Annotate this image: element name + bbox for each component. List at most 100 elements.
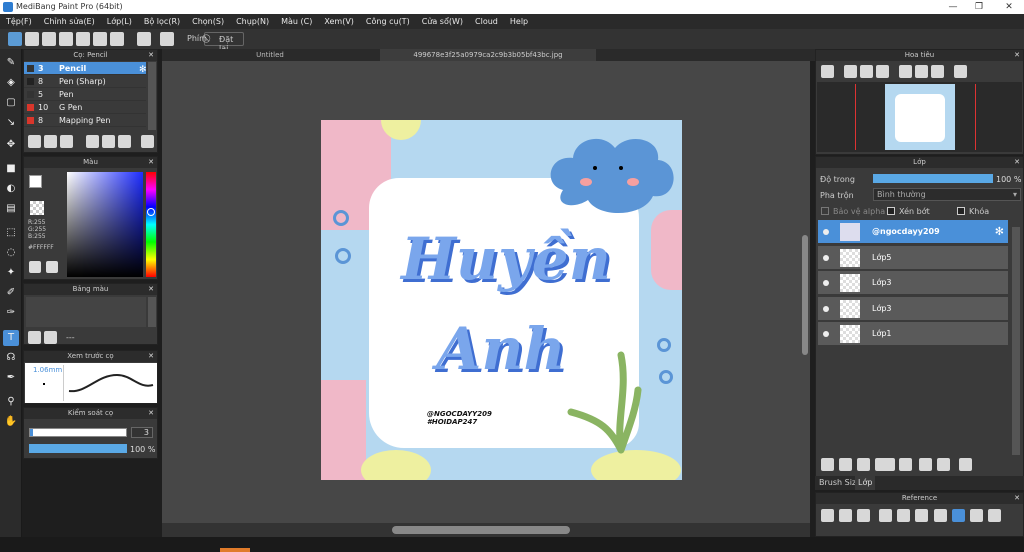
- brush-item[interactable]: 3 Pencil: [24, 62, 146, 75]
- select-pen-icon[interactable]: ✐: [3, 285, 19, 301]
- brush-tool-icon[interactable]: ✎: [3, 55, 19, 71]
- menu-item-0[interactable]: Tệp(F): [0, 14, 38, 29]
- palette-add-icon[interactable]: [46, 261, 58, 273]
- cloud-icon[interactable]: [8, 32, 22, 46]
- saturation-picker[interactable]: [67, 172, 143, 277]
- zoom-out-icon[interactable]: [876, 65, 889, 78]
- rotate-left-icon[interactable]: [899, 65, 912, 78]
- brush-item[interactable]: 8 Mapping Pen: [24, 114, 146, 127]
- close-panel-icon[interactable]: ✕: [148, 50, 154, 61]
- ref-eyedropper-icon[interactable]: [934, 509, 947, 522]
- copy-brush-icon[interactable]: [86, 135, 99, 148]
- canvas-area[interactable]: Huyền Anh @NGOCDAYY209 #HOIDAP247: [162, 61, 810, 523]
- layer-row[interactable]: Lớp3: [818, 296, 1008, 321]
- menu-item-4[interactable]: Chọn(S): [186, 14, 230, 29]
- menu-item-11[interactable]: Help: [504, 14, 534, 29]
- new-brush-icon[interactable]: [44, 135, 57, 148]
- layer-row[interactable]: Lớp1: [818, 322, 1008, 346]
- transparent-swatch[interactable]: [30, 201, 44, 215]
- marquee-tool-icon[interactable]: ⬚: [3, 225, 19, 241]
- protect-alpha-checkbox[interactable]: [821, 207, 829, 215]
- lasso-tool-icon[interactable]: ◌: [3, 245, 19, 261]
- close-panel-icon[interactable]: ✕: [1014, 50, 1020, 61]
- rectangle-tool-icon[interactable]: ■: [3, 161, 19, 177]
- menu-item-3[interactable]: Bộ lọc(R): [138, 14, 186, 29]
- magic-wand-icon[interactable]: ✦: [3, 265, 19, 281]
- rotate-right-icon[interactable]: [931, 65, 944, 78]
- menu-item-6[interactable]: Màu (C): [275, 14, 318, 29]
- add-brush-icon[interactable]: [60, 135, 73, 148]
- horizontal-scrollbar[interactable]: [162, 523, 810, 537]
- close-button[interactable]: ✕: [996, 0, 1022, 14]
- palette-more[interactable]: ---: [66, 333, 75, 342]
- menu-item-10[interactable]: Cloud: [469, 14, 504, 29]
- brush-item[interactable]: 8 Pen (Sharp): [24, 75, 146, 88]
- settings-icon[interactable]: ✻: [139, 65, 147, 75]
- cloud-brush-icon[interactable]: [28, 135, 41, 148]
- close-panel-icon[interactable]: ✕: [148, 157, 154, 168]
- duplicate-icon[interactable]: [118, 135, 131, 148]
- new-8bit-layer-icon[interactable]: [857, 458, 870, 471]
- ref-hand-icon[interactable]: [952, 509, 965, 522]
- tab-untitled[interactable]: Untitled: [162, 49, 378, 61]
- text-tool-icon[interactable]: T: [3, 330, 19, 346]
- layer-settings-icon[interactable]: ✻: [995, 225, 1004, 238]
- layer-folder-icon[interactable]: [899, 458, 912, 471]
- eyedropper-icon[interactable]: ⚲: [3, 394, 19, 410]
- visibility-icon[interactable]: [823, 280, 829, 286]
- clip-checkbox[interactable]: [887, 207, 895, 215]
- merge-down-icon[interactable]: [937, 458, 950, 471]
- hue-slider[interactable]: [146, 172, 156, 277]
- divide-tool-icon[interactable]: ✒: [3, 370, 19, 386]
- document-icon[interactable]: [76, 32, 90, 46]
- layer-opacity-slider[interactable]: [873, 174, 993, 183]
- palette-area[interactable]: [26, 297, 146, 327]
- menu-item-8[interactable]: Công cụ(T): [360, 14, 416, 29]
- blend-mode-select[interactable]: Bình thường ▾: [873, 188, 1021, 201]
- minimize-button[interactable]: —: [940, 0, 966, 14]
- color-wheel-icon[interactable]: [29, 261, 41, 273]
- visibility-icon[interactable]: [823, 331, 829, 337]
- operation-tool-icon[interactable]: ☊: [3, 350, 19, 366]
- hand-tool-icon[interactable]: ✋: [3, 414, 19, 430]
- tab-image[interactable]: 499678e3f25a0979ca2c9b3b05bf43bc.jpg: [380, 49, 596, 61]
- visibility-icon[interactable]: [823, 254, 829, 261]
- zoom-in-icon[interactable]: [821, 65, 834, 78]
- menu-item-2[interactable]: Lớp(L): [101, 14, 138, 29]
- new-halftone-layer-icon[interactable]: [839, 458, 852, 471]
- fill-tool-icon[interactable]: ◐: [3, 181, 19, 197]
- visibility-icon[interactable]: [823, 305, 829, 312]
- rotate-reset-icon[interactable]: [915, 65, 928, 78]
- ref-reset-icon[interactable]: [988, 509, 1001, 522]
- lock-checkbox[interactable]: [957, 207, 965, 215]
- trash-icon[interactable]: [141, 135, 154, 148]
- close-panel-icon[interactable]: ✕: [1014, 157, 1020, 168]
- size-slider[interactable]: [29, 428, 127, 437]
- ref-zoom-out-icon[interactable]: [915, 509, 928, 522]
- grid-icon[interactable]: [110, 32, 124, 46]
- delete-palette-icon[interactable]: [44, 331, 57, 344]
- move-tool-icon[interactable]: ✥: [3, 137, 19, 153]
- visibility-icon[interactable]: [823, 229, 829, 235]
- close-panel-icon[interactable]: ✕: [1014, 493, 1020, 504]
- layers-scrollbar[interactable]: [1012, 227, 1020, 455]
- fit-icon[interactable]: [860, 65, 873, 78]
- layer-row[interactable]: Lớp3: [818, 271, 1008, 295]
- page-icon[interactable]: [59, 32, 73, 46]
- new-palette-icon[interactable]: [28, 331, 41, 344]
- close-panel-icon[interactable]: ✕: [148, 408, 154, 419]
- zoom-fit-icon[interactable]: [844, 65, 857, 78]
- opacity-slider[interactable]: [29, 444, 127, 453]
- menu-item-1[interactable]: Chỉnh sửa(E): [38, 14, 101, 29]
- maximize-button[interactable]: ❐: [966, 0, 992, 14]
- duplicate-layer-icon[interactable]: [919, 458, 932, 471]
- dot-tool-icon[interactable]: ▢: [3, 95, 19, 111]
- brush-item[interactable]: 5 Pen: [24, 88, 146, 101]
- comment-icon[interactable]: [42, 32, 56, 46]
- eraser-tool-icon[interactable]: ◈: [3, 75, 19, 91]
- redo-icon[interactable]: [160, 32, 174, 46]
- close-panel-icon[interactable]: ✕: [148, 284, 154, 295]
- artwork-canvas[interactable]: Huyền Anh @NGOCDAYY209 #HOIDAP247: [321, 120, 682, 480]
- export-icon[interactable]: [25, 32, 39, 46]
- list-icon[interactable]: [93, 32, 107, 46]
